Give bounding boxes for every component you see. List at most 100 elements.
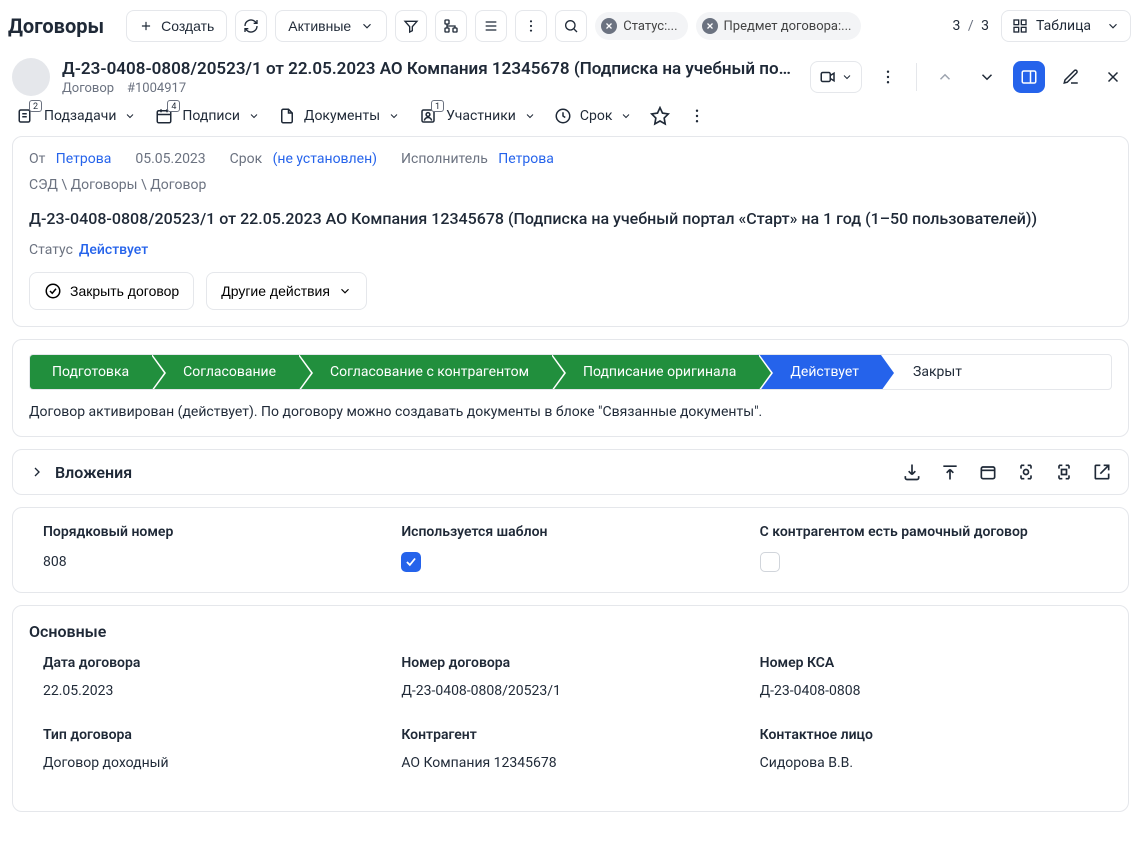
author-avatar[interactable] bbox=[12, 58, 50, 96]
ksa-number-value: Д-23-0408-0808 bbox=[760, 683, 1098, 699]
list-icon bbox=[483, 18, 499, 34]
document-title: Д-23-0408-0808/20523/1 от 22.05.2023 АО … bbox=[62, 59, 798, 79]
document-header: Д-23-0408-0808/20523/1 от 22.05.2023 АО … bbox=[0, 48, 1141, 100]
document-full-title: Д-23-0408-0808/20523/1 от 22.05.2023 АО … bbox=[29, 209, 1112, 228]
other-actions-button[interactable]: Другие действия bbox=[206, 272, 367, 310]
counterparty-value[interactable]: АО Компания 12345678 bbox=[401, 755, 739, 771]
star-icon bbox=[650, 106, 670, 126]
refresh-icon bbox=[243, 18, 259, 34]
counterparty-label: Контрагент bbox=[401, 727, 739, 743]
archive-button[interactable] bbox=[978, 462, 998, 482]
edit-button[interactable] bbox=[1055, 61, 1087, 93]
scan-button[interactable] bbox=[1016, 462, 1036, 482]
doc-more-button[interactable] bbox=[872, 61, 904, 93]
workflow-stages: Подготовка Согласование Согласование с к… bbox=[29, 354, 1112, 390]
filter-button[interactable] bbox=[395, 10, 427, 42]
panel-icon bbox=[1020, 68, 1038, 86]
tab-documents[interactable]: Документы bbox=[278, 107, 400, 125]
video-call-button[interactable] bbox=[810, 61, 862, 93]
favorite-button[interactable] bbox=[650, 106, 670, 126]
grid-icon bbox=[1012, 18, 1028, 34]
search-button[interactable] bbox=[555, 10, 587, 42]
created-date: 05.05.2023 bbox=[135, 151, 205, 167]
document-tabs: 2 Подзадачи 4 Подписи Документы 1 Участн… bbox=[0, 100, 1141, 136]
download-button[interactable] bbox=[902, 462, 922, 482]
stage-signing[interactable]: Подписание оригинала bbox=[551, 355, 758, 389]
stage-counterparty-approval[interactable]: Согласование с контрагентом bbox=[298, 355, 551, 389]
chevron-down-icon bbox=[1106, 19, 1120, 33]
dots-vertical-icon bbox=[879, 68, 897, 86]
tree-view-button[interactable] bbox=[435, 10, 467, 42]
template-label: Используется шаблон bbox=[401, 524, 739, 540]
participants-badge: 1 bbox=[431, 100, 444, 112]
executor-person[interactable]: Петрова bbox=[498, 151, 554, 167]
tab-signatures[interactable]: 4 Подписи bbox=[154, 106, 260, 126]
template-checkbox[interactable] bbox=[401, 552, 421, 572]
page-title: Договоры bbox=[8, 14, 104, 38]
next-record-button[interactable] bbox=[971, 61, 1003, 93]
list-view-button[interactable] bbox=[475, 10, 507, 42]
dots-vertical-icon bbox=[523, 18, 539, 34]
external-icon bbox=[1092, 462, 1112, 482]
prev-record-button[interactable] bbox=[929, 61, 961, 93]
chip-subject-label: Предмет договора:... bbox=[724, 19, 852, 34]
open-external-button[interactable] bbox=[1092, 462, 1112, 482]
contact-person-value[interactable]: Сидорова В.В. bbox=[760, 755, 1098, 771]
search-icon bbox=[563, 18, 579, 34]
attachments-header[interactable]: Вложения bbox=[55, 463, 132, 482]
contract-date-label: Дата договора bbox=[43, 655, 381, 671]
executor-label: Исполнитель bbox=[401, 151, 488, 167]
workflow-card: Подготовка Согласование Согласование с к… bbox=[12, 339, 1129, 437]
status-label: Статус bbox=[29, 242, 73, 258]
view-mode-dropdown[interactable]: Таблица bbox=[1001, 10, 1131, 42]
status-value: Действует bbox=[79, 242, 148, 258]
tab-participants[interactable]: 1 Участники bbox=[418, 106, 536, 126]
more-button[interactable] bbox=[515, 10, 547, 42]
plus-icon bbox=[139, 19, 153, 33]
box-icon bbox=[978, 462, 998, 482]
chevron-down-icon bbox=[338, 284, 352, 298]
filter-chip-subject[interactable]: Предмет договора:... bbox=[696, 12, 862, 40]
document-subtitle: Договор #1004917 bbox=[62, 81, 798, 96]
chevron-down-icon bbox=[360, 19, 374, 33]
close-button[interactable] bbox=[1097, 61, 1129, 93]
stage-closed[interactable]: Закрыт bbox=[881, 355, 984, 389]
upload-icon bbox=[940, 462, 960, 482]
stage-active[interactable]: Действует bbox=[758, 355, 881, 389]
due-value[interactable]: (не установлен) bbox=[273, 151, 377, 167]
separator bbox=[916, 63, 917, 91]
create-button[interactable]: Создать bbox=[126, 10, 227, 42]
stage-approval[interactable]: Согласование bbox=[151, 355, 298, 389]
chevron-down-icon bbox=[248, 110, 260, 122]
remove-chip-icon[interactable] bbox=[702, 18, 718, 34]
attachments-card: Вложения bbox=[12, 449, 1129, 495]
from-person[interactable]: Петрова bbox=[56, 151, 112, 167]
tab-term[interactable]: Срок bbox=[554, 107, 633, 125]
filter-chip-status[interactable]: Статус:... bbox=[595, 12, 687, 40]
close-icon bbox=[1104, 68, 1122, 86]
download-icon bbox=[902, 462, 922, 482]
workflow-note: Договор активирован (действует). По дого… bbox=[13, 404, 1128, 436]
document-icon bbox=[278, 107, 296, 125]
create-label: Создать bbox=[161, 18, 214, 34]
edit-icon bbox=[1062, 68, 1080, 86]
tab-subtasks[interactable]: 2 Подзадачи bbox=[16, 106, 136, 126]
frame-checkbox[interactable] bbox=[760, 552, 780, 572]
chevron-right-icon[interactable] bbox=[29, 464, 45, 480]
record-counter: 3 / 3 bbox=[949, 18, 994, 34]
seq-value: 808 bbox=[43, 554, 381, 570]
breadcrumb[interactable]: СЭД \ Договоры \ Договор bbox=[29, 177, 1112, 193]
chevron-down-icon bbox=[388, 110, 400, 122]
chip-status-label: Статус:... bbox=[623, 19, 677, 34]
side-panel-button[interactable] bbox=[1013, 61, 1045, 93]
stage-prepare[interactable]: Подготовка bbox=[30, 355, 151, 389]
state-filter-dropdown[interactable]: Активные bbox=[275, 10, 387, 42]
upload-button[interactable] bbox=[940, 462, 960, 482]
refresh-button[interactable] bbox=[235, 10, 267, 42]
contract-type-value: Договор доходный bbox=[43, 755, 381, 771]
tab-more-button[interactable] bbox=[688, 107, 706, 125]
dots-vertical-icon bbox=[688, 107, 706, 125]
recognize-button[interactable] bbox=[1054, 462, 1074, 482]
remove-chip-icon[interactable] bbox=[601, 18, 617, 34]
close-contract-button[interactable]: Закрыть договор bbox=[29, 272, 194, 310]
